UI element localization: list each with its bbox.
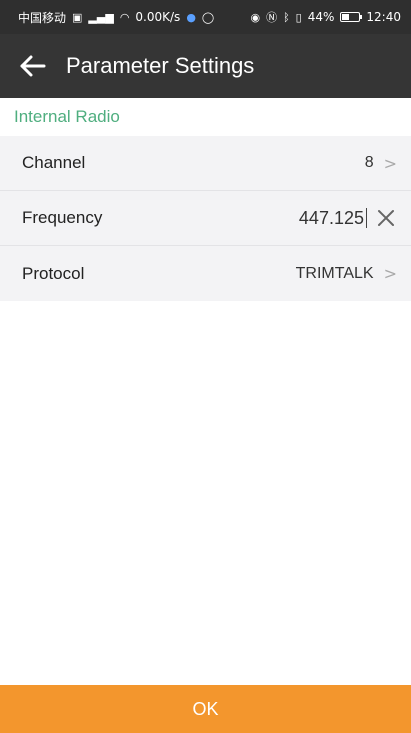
frequency-input[interactable] (284, 207, 364, 229)
section-header: Internal Radio (0, 98, 411, 136)
notification-icon: ● (186, 10, 196, 24)
page-title: Parameter Settings (66, 53, 255, 78)
clock: 12:40 (366, 10, 401, 24)
protocol-row[interactable]: Protocol TRIMTALK > (0, 246, 411, 301)
ok-button[interactable]: OK (0, 685, 411, 733)
hd-icon: ▣ (72, 10, 83, 24)
wifi-icon: ◠ (119, 10, 130, 24)
text-caret (366, 208, 367, 228)
clear-button[interactable] (375, 207, 397, 229)
carrier-name: 中国移动 (18, 10, 67, 25)
battery-percent: 44% (307, 10, 335, 24)
status-right: ◉ Ⓝ ᛒ ▯ 44% 12:40 (250, 10, 401, 24)
chevron-right-icon: > (383, 153, 397, 173)
back-button[interactable] (16, 50, 48, 82)
network-speed: 0.00K/s (135, 10, 181, 24)
channel-value: 8 (364, 154, 374, 171)
whatsapp-icon: ◯ (201, 10, 215, 24)
app-bar: Parameter Settings (0, 34, 411, 98)
channel-row[interactable]: Channel 8 > (0, 136, 411, 191)
settings-list: Channel 8 > Frequency Protocol TRIMTALK … (0, 136, 411, 301)
arrow-left-icon (20, 55, 46, 77)
frequency-row[interactable]: Frequency (0, 191, 411, 246)
channel-value-wrap: 8 > (365, 154, 397, 173)
status-left: 中国移动 ▣ ▂▄▆ ◠ 0.00K/s ● ◯ (18, 9, 214, 26)
bluetooth-icon: ᛒ (283, 10, 290, 24)
eye-icon: ◉ (250, 10, 261, 24)
protocol-label: Protocol (22, 263, 85, 283)
protocol-value: TRIMTALK (295, 264, 374, 282)
close-icon (378, 210, 394, 226)
frequency-value-wrap (284, 207, 397, 229)
protocol-value-wrap: TRIMTALK > (296, 264, 397, 283)
status-bar: 中国移动 ▣ ▂▄▆ ◠ 0.00K/s ● ◯ ◉ Ⓝ ᛒ ▯ 44% 12:… (0, 0, 411, 34)
signal-icon: ▂▄▆ (88, 10, 114, 24)
channel-label: Channel (22, 153, 86, 172)
vibrate-icon: ▯ (295, 10, 302, 24)
frequency-label: Frequency (22, 208, 103, 227)
chevron-right-icon: > (383, 264, 397, 283)
nfc-icon: Ⓝ (266, 10, 278, 24)
battery-icon (340, 12, 363, 22)
